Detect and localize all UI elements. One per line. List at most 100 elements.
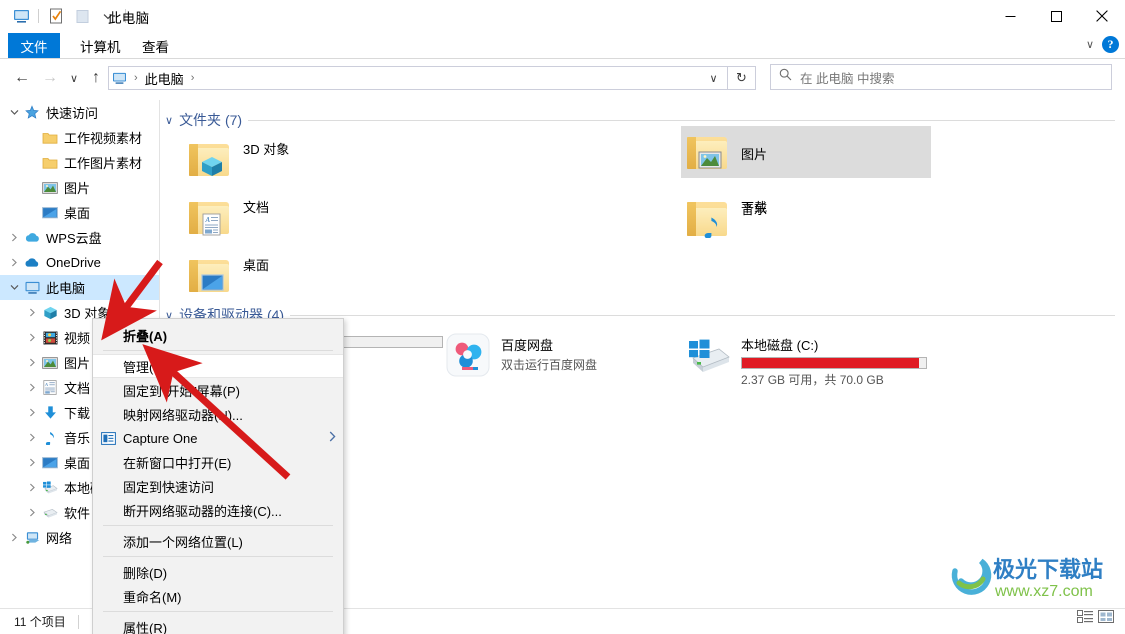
address-bar[interactable]: › 此电脑 ›: [108, 66, 728, 90]
context-menu[interactable]: 折叠(A) 管理(G) 固定到“开始”屏幕(P) 映射网络驱动器(N)... Captu…: [92, 318, 344, 634]
minimize-button[interactable]: [987, 0, 1033, 32]
sidebar-item-label: 音乐: [64, 431, 91, 446]
watermark: 极光下载站 www.xz7.com: [949, 549, 1117, 610]
chevron-right-icon[interactable]: [24, 433, 40, 442]
context-menu-item-9[interactable]: 删除(D): [93, 560, 343, 584]
sidebar-item-0[interactable]: 快速访问: [0, 100, 160, 125]
sidebar-item-1[interactable]: 工作视频素材: [0, 125, 160, 150]
context-menu-item-0[interactable]: 折叠(A): [93, 323, 343, 347]
window-controls: [987, 0, 1125, 32]
desktop-icon: [40, 455, 60, 471]
context-menu-item-11[interactable]: 属性(R): [93, 615, 343, 634]
new-folder-icon[interactable]: [69, 4, 95, 28]
context-menu-item-3[interactable]: 映射网络驱动器(N)...: [93, 402, 343, 426]
up-button[interactable]: ↑: [84, 66, 108, 90]
large-icons-view-button[interactable]: [1098, 609, 1115, 629]
search-box[interactable]: 在 此电脑 中搜索: [770, 64, 1112, 90]
chevron-right-icon[interactable]: [6, 233, 22, 242]
forward-button[interactable]: →: [38, 66, 62, 90]
sidebar-item-5[interactable]: WPS云盘: [0, 225, 160, 250]
context-menu-item-6[interactable]: 固定到快速访问: [93, 474, 343, 498]
group-header-folders[interactable]: ∨ 文件夹 (7): [165, 110, 1115, 130]
properties-icon[interactable]: [43, 4, 69, 28]
context-menu-item-10[interactable]: 重命名(M): [93, 584, 343, 608]
chevron-right-icon[interactable]: [6, 533, 22, 542]
chevron-down-icon[interactable]: [6, 284, 22, 291]
tab-file[interactable]: 文件: [8, 33, 60, 58]
item-label: 图片: [741, 147, 768, 162]
chevron-right-icon[interactable]: [24, 383, 40, 392]
sidebar-item-2[interactable]: 工作图片素材: [0, 150, 160, 175]
breadcrumb-root-icon[interactable]: [109, 67, 130, 89]
sidebar-item-6[interactable]: OneDrive: [0, 250, 160, 275]
close-button[interactable]: [1079, 0, 1125, 32]
submenu-chevron-right-icon: [321, 431, 343, 445]
collapse-ribbon-icon[interactable]: ∨: [1086, 38, 1094, 51]
cube-icon: [202, 157, 222, 176]
context-menu-item-7[interactable]: 断开网络驱动器的连接(C)...: [93, 498, 343, 522]
context-menu-item-label: 删除(D): [123, 565, 168, 581]
chevron-right-icon[interactable]: [24, 333, 40, 342]
this-pc-icon[interactable]: [8, 4, 34, 28]
chevron-right-icon[interactable]: [24, 458, 40, 467]
back-button[interactable]: ←: [10, 66, 34, 90]
window-title: 此电脑: [108, 11, 150, 26]
item-3d-objects[interactable]: 3D 对象: [183, 132, 433, 186]
folder-cube-icon: [187, 136, 233, 182]
context-menu-item-1[interactable]: 管理(G): [93, 354, 343, 378]
context-menu-item-2[interactable]: 固定到“开始”屏幕(P): [93, 378, 343, 402]
breadcrumb-this-pc[interactable]: 此电脑: [142, 67, 187, 89]
sidebar-item-label: WPS云盘: [46, 231, 102, 246]
sidebar-item-3[interactable]: 图片: [0, 175, 160, 200]
chevron-right-icon[interactable]: [24, 308, 40, 317]
desktop-icon: [40, 205, 60, 221]
item-music[interactable]: 音乐: [681, 192, 931, 246]
title-bar: 此电脑: [0, 0, 1125, 33]
item-count-label: 11 个项目: [14, 615, 66, 629]
context-menu-item-4[interactable]: Capture One: [93, 426, 343, 450]
context-menu-item-8[interactable]: 添加一个网络位置(L): [93, 529, 343, 553]
sidebar-item-4[interactable]: 桌面: [0, 200, 160, 225]
context-menu-item-label: Capture One: [123, 430, 198, 446]
maximize-button[interactable]: [1033, 0, 1079, 32]
watermark-title: 极光下载站: [993, 557, 1103, 582]
pictures-icon: [40, 180, 60, 196]
chevron-right-icon[interactable]: [24, 408, 40, 417]
item-local-disk-c[interactable]: 本地磁盘 (C:) 2.37 GB 可用，共 70.0 GB: [681, 328, 961, 392]
details-view-button[interactable]: [1077, 609, 1094, 629]
chevron-right-icon[interactable]: [24, 358, 40, 367]
harddrive-win-icon: [40, 480, 60, 496]
sidebar-item-7[interactable]: 此电脑: [0, 275, 160, 300]
context-menu-item-label: 断开网络驱动器的连接(C)...: [123, 503, 282, 519]
folder-music-icon: [685, 196, 731, 242]
context-menu-item-label: 固定到“开始”屏幕(P): [123, 383, 240, 399]
chevron-right-icon[interactable]: [6, 258, 22, 267]
capture-one-icon: [93, 431, 123, 445]
address-dropdown-button[interactable]: ∨: [700, 66, 728, 90]
chevron-down-icon[interactable]: ∨: [165, 114, 173, 127]
item-documents[interactable]: A 文档: [183, 190, 433, 244]
context-menu-separator: [103, 556, 333, 557]
pictures-icon: [698, 151, 722, 169]
tab-computer[interactable]: 计算机: [66, 33, 135, 58]
harddrive-icon: [40, 505, 60, 521]
music-note-icon: [704, 217, 718, 238]
refresh-button[interactable]: ↻: [728, 66, 756, 90]
item-pictures[interactable]: 图片: [681, 126, 931, 178]
chevron-right-icon[interactable]: [24, 508, 40, 517]
recent-locations-button[interactable]: ∨: [62, 66, 86, 90]
folder-desktop-icon: [187, 252, 233, 298]
help-icon[interactable]: ?: [1102, 36, 1119, 53]
item-desktop[interactable]: 桌面: [183, 248, 433, 302]
music-icon: [40, 430, 60, 446]
cloud-blue-icon: [22, 230, 42, 246]
chevron-right-icon[interactable]: [24, 483, 40, 492]
document-icon: A: [40, 380, 60, 396]
context-menu-item-5[interactable]: 在新窗口中打开(E): [93, 450, 343, 474]
tab-view[interactable]: 查看: [128, 33, 183, 58]
sidebar-item-label: 工作图片素材: [64, 156, 143, 171]
item-label: 音乐: [741, 202, 768, 217]
chevron-down-icon[interactable]: [6, 109, 22, 116]
breadcrumb-separator-2[interactable]: ›: [187, 72, 199, 84]
item-baidu-netdisk[interactable]: 百度网盘 双击运行百度网盘: [441, 328, 691, 382]
